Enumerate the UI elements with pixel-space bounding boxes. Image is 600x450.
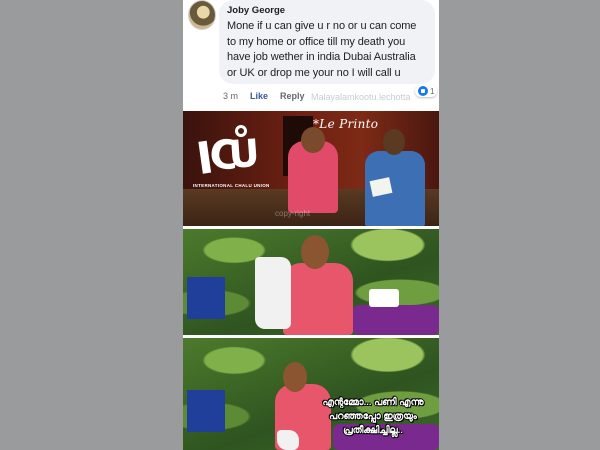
blue-tarp: [187, 390, 225, 432]
watermark: Malayalamkootu.lechotta: [311, 92, 411, 102]
meme-subtitle: എന്റമ്മോ... പണി എന്നു പറഞ്ഞപ്പോ ഇത്രയും …: [311, 396, 435, 438]
comment-actions: 3 m Like Reply: [223, 90, 305, 102]
comment-author[interactable]: Joby George: [227, 5, 427, 17]
purple-cloth: [353, 305, 439, 335]
like-button[interactable]: Like: [250, 91, 268, 101]
man-pink-shirt: [283, 263, 353, 335]
copyright-watermark: copy-right: [275, 209, 311, 218]
background: Joby George Mone if u can give u r no or…: [0, 0, 600, 450]
white-box: [369, 289, 399, 307]
white-cloth: [277, 430, 299, 450]
comment-bubble: Joby George Mone if u can give u r no or…: [219, 0, 435, 84]
brand-watermark: *Le Printo: [313, 117, 379, 131]
reply-button[interactable]: Reply: [280, 91, 305, 101]
reaction-number: 1: [430, 86, 435, 96]
subtitle-line: എന്റമ്മോ... പണി എന്നു: [322, 397, 424, 408]
avatar[interactable]: [188, 0, 216, 30]
subtitle-line: പറഞ്ഞപ്പോ ഇത്രയും: [329, 411, 417, 422]
blue-tarp: [187, 277, 225, 319]
man-head: [301, 235, 329, 269]
white-cloth: [255, 257, 291, 329]
comment-text: Mone if u can give u r no or u can come …: [227, 20, 417, 79]
man-head: [283, 362, 307, 392]
svg-text:U: U: [227, 131, 261, 177]
man-head: [383, 129, 405, 155]
meme-frame-1: I C U INTERNATIONAL CHALU UNION *Le Prin…: [183, 111, 439, 226]
comment-time[interactable]: 3 m: [223, 91, 238, 101]
subtitle-line: പ്രതീക്ഷിച്ചില്ല..: [343, 425, 403, 436]
reaction-count[interactable]: 1: [415, 85, 438, 97]
meme-frame-2: [183, 229, 439, 335]
meme-frame-3: എന്റമ്മോ... പണി എന്നു പറഞ്ഞപ്പോ ഇത്രയും …: [183, 338, 439, 450]
like-icon: [418, 86, 428, 96]
logo-caption: INTERNATIONAL CHALU UNION: [193, 183, 270, 188]
post-column: Joby George Mone if u can give u r no or…: [183, 0, 439, 450]
comment: Joby George Mone if u can give u r no or…: [183, 0, 439, 110]
